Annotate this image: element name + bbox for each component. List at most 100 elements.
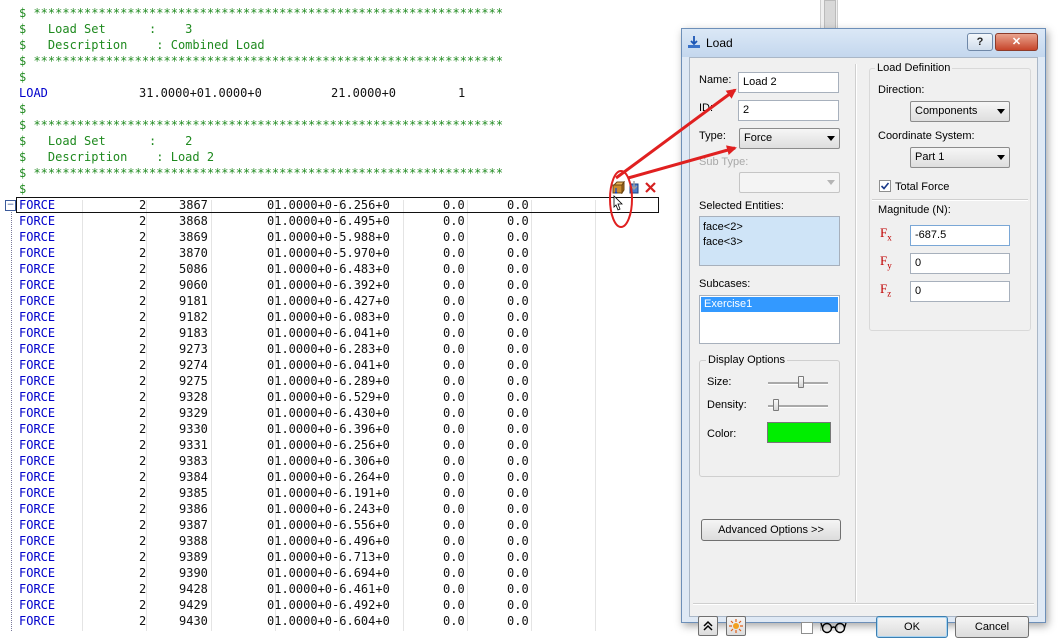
chevron-down-icon: [997, 109, 1005, 114]
selected-entities-list[interactable]: face<2> face<3>: [699, 216, 840, 266]
id-input[interactable]: 2: [738, 100, 839, 121]
highlight-button[interactable]: [726, 616, 746, 636]
force-line-cell: 0.0: [443, 374, 465, 388]
force-line-cell: 0.0: [443, 358, 465, 372]
force-line-cell: 9389: [179, 550, 208, 564]
force-line-cell: 3868: [179, 214, 208, 228]
comment-text: $ **************************************…: [19, 166, 504, 180]
force-line-cell: 0.0: [507, 502, 529, 516]
force-line-cell: 9329: [179, 406, 208, 420]
dialog-title: Load: [706, 36, 733, 50]
force-line-cell: FORCE: [19, 454, 56, 468]
force-line-cell: 01.0000+0-6.289+0: [267, 374, 390, 388]
delete-icon[interactable]: [644, 181, 657, 194]
checkmark-icon: [880, 182, 890, 190]
force-line-cell: FORCE: [19, 246, 56, 260]
force-line-cell: 0.0: [443, 486, 465, 500]
force-line-cell: 2: [139, 422, 147, 436]
force-line-cell: 0.0: [443, 438, 465, 452]
force-line-cell: 9390: [179, 566, 208, 580]
preview-checkbox[interactable]: [801, 622, 813, 634]
list-item[interactable]: face<2>: [700, 220, 839, 235]
density-slider-thumb[interactable]: [773, 399, 780, 411]
comment-text: $ **************************************…: [19, 6, 504, 20]
force-line-cell: 3867: [179, 198, 208, 212]
chevron-down-icon: [997, 155, 1005, 160]
fy-input[interactable]: 0: [910, 253, 1010, 274]
force-line-cell: 2: [139, 502, 147, 516]
force-line-cell: 2: [139, 342, 147, 356]
force-line-cell: 01.0000+0-5.988+0: [267, 230, 390, 244]
force-line-cell: 9383: [179, 454, 208, 468]
glasses-icon[interactable]: [820, 620, 848, 634]
ok-button[interactable]: OK: [876, 616, 948, 638]
total-force-checkbox[interactable]: [879, 180, 891, 192]
force-line-cell: 2: [139, 294, 147, 308]
force-line-cell: 0.0: [507, 278, 529, 292]
comment-text: $ Description : Combined Load: [19, 38, 265, 52]
fz-subscript: z: [887, 288, 892, 299]
type-select[interactable]: Force: [739, 128, 840, 149]
force-line-cell: 0.0: [443, 278, 465, 292]
force-line-cell: 0.0: [507, 406, 529, 420]
force-line-cell: 9384: [179, 470, 208, 484]
force-line-cell: 9182: [179, 310, 208, 324]
collapse-dialog-button[interactable]: [698, 616, 718, 636]
fz-input[interactable]: 0: [910, 281, 1010, 302]
close-button[interactable]: ✕: [995, 33, 1038, 51]
force-line-cell: 2: [139, 390, 147, 404]
coordinate-system-select[interactable]: Part 1: [910, 147, 1010, 168]
force-line-cell: 01.0000+0-6.283+0: [267, 342, 390, 356]
color-swatch[interactable]: [767, 422, 831, 443]
double-chevron-up-icon: [703, 620, 713, 631]
force-line-cell: 2: [139, 454, 147, 468]
force-line-cell: 9386: [179, 502, 208, 516]
load-dialog: Load ? ✕ Name: Load 2 ID: 2 Type: Force …: [681, 28, 1046, 638]
force-line-cell: 9060: [179, 278, 208, 292]
force-line-cell: FORCE: [19, 566, 56, 580]
comment-text: $ Load Set : 3: [19, 22, 193, 36]
force-line-cell: 01.0000+0-6.264+0: [267, 470, 390, 484]
force-line-cell: 0.0: [443, 614, 465, 628]
force-line-cell: FORCE: [19, 518, 56, 532]
subcases-list[interactable]: Exercise1: [699, 295, 840, 344]
fx-input[interactable]: -687.5: [910, 225, 1010, 246]
force-line-cell: 01.0000+0-6.256+0: [267, 198, 390, 212]
size-slider-thumb[interactable]: [797, 376, 804, 388]
name-input[interactable]: Load 2: [738, 72, 839, 93]
column-separator: [403, 200, 404, 631]
edit-load-icon[interactable]: [612, 181, 625, 194]
force-line-cell: 0.0: [443, 534, 465, 548]
type-label: Type:: [699, 130, 726, 142]
direction-select-value: Components: [915, 105, 978, 117]
load-icon[interactable]: [628, 181, 641, 194]
dialog-titlebar[interactable]: Load ? ✕: [682, 29, 1045, 57]
force-line-cell: 2: [139, 358, 147, 372]
force-line-cell: FORCE: [19, 358, 56, 372]
help-button[interactable]: ?: [967, 33, 993, 51]
force-line-cell: FORCE: [19, 422, 56, 436]
force-line-cell: 01.0000+0-6.191+0: [267, 486, 390, 500]
force-line-cell: 9385: [179, 486, 208, 500]
id-label: ID:: [699, 102, 714, 114]
list-item[interactable]: Exercise1: [701, 297, 838, 312]
subtype-select[interactable]: [739, 172, 840, 193]
force-line-cell: 2: [139, 374, 147, 388]
comment-text: $ **************************************…: [19, 54, 504, 68]
direction-select[interactable]: Components: [910, 101, 1010, 122]
force-line-cell: FORCE: [19, 342, 56, 356]
comment-text: $ Load Set : 2: [19, 134, 193, 148]
cancel-button[interactable]: Cancel: [955, 616, 1029, 638]
display-options-group: Display Options Size: Density: Color:: [699, 354, 840, 477]
force-line-cell: 2: [139, 614, 147, 628]
force-line-cell: 0.0: [443, 342, 465, 356]
advanced-options-button[interactable]: Advanced Options >>: [701, 519, 841, 541]
list-item[interactable]: face<3>: [700, 235, 839, 250]
fx-subscript: x: [887, 232, 892, 243]
force-line-cell: 01.0000+0-6.713+0: [267, 550, 390, 564]
force-line-cell: FORCE: [19, 262, 56, 276]
force-line-cell: 9429: [179, 598, 208, 612]
force-line-cell: 5086: [179, 262, 208, 276]
collapse-toggle-icon[interactable]: −: [5, 200, 16, 211]
force-line-cell: 2: [139, 598, 147, 612]
